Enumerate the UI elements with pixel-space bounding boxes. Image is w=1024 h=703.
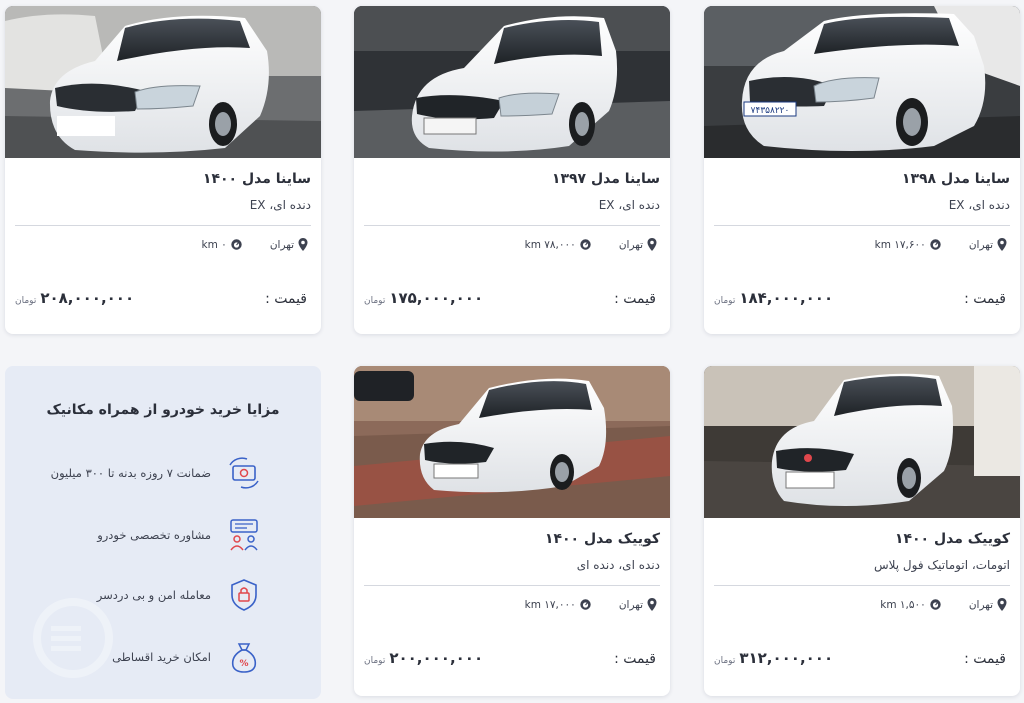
car-title: ساینا مدل ۱۳۹۸	[901, 171, 1010, 187]
car-trim: دنده ای، دنده ای	[576, 558, 660, 572]
price-label: قیمت :	[265, 291, 307, 307]
speedometer-icon	[930, 599, 941, 610]
car-title: ساینا مدل ۱۴۰۰	[202, 171, 311, 187]
price-label: قیمت :	[614, 291, 656, 307]
location-pin-icon	[997, 598, 1007, 611]
divider	[15, 225, 311, 226]
currency-unit: تومان	[364, 656, 386, 666]
mileage-value: ۱,۵۰۰ km	[880, 598, 926, 611]
car-card[interactable]: ۷۴۳۵۸۲۲۰ ساینا مدل ۱۳۹۸ دنده ای، EX تهرا…	[704, 6, 1020, 334]
car-photo[interactable]	[704, 366, 1020, 518]
location: تهران	[619, 598, 657, 611]
city-label: تهران	[618, 598, 643, 611]
price-value: ۱۷۵,۰۰۰,۰۰۰	[389, 289, 484, 307]
car-trim: دنده ای، EX	[598, 198, 660, 212]
consultation-icon	[230, 519, 258, 551]
location: تهران	[619, 238, 657, 251]
price-label: قیمت :	[614, 651, 656, 667]
divider	[364, 585, 660, 586]
car-title: کوییک مدل ۱۴۰۰	[894, 531, 1010, 547]
car-trim: دنده ای، EX	[249, 198, 311, 212]
currency-unit: تومان	[714, 656, 736, 666]
city-label: تهران	[618, 238, 643, 251]
svg-text:%: %	[239, 659, 248, 669]
car-title: ساینا مدل ۱۳۹۷	[551, 171, 660, 187]
mileage-value: ۰ km	[201, 238, 227, 251]
price-label: قیمت :	[964, 291, 1006, 307]
location: تهران	[270, 238, 308, 251]
mileage: ۰ km	[202, 239, 242, 251]
car-photo[interactable]: ۷۴۳۵۸۲۲۰	[704, 6, 1020, 158]
car-trim: اتومات، اتوماتیک فول پلاس	[873, 558, 1010, 572]
benefit-label: معامله امن و بی دردسر	[96, 588, 211, 602]
mileage: ۱,۵۰۰ km	[880, 599, 941, 611]
divider	[364, 225, 660, 226]
shield-lock-icon	[231, 579, 257, 611]
city-label: تهران	[968, 238, 993, 251]
price-label: قیمت :	[964, 651, 1006, 667]
car-photo[interactable]	[354, 6, 670, 158]
location-pin-icon	[997, 238, 1007, 251]
car-photo[interactable]	[354, 366, 670, 518]
mileage-value: ۱۷,۰۰۰ km	[524, 598, 576, 611]
benefit-item: ضمانت ۷ روزه بدنه تا ۳۰۰ میلیون	[51, 456, 261, 490]
car-card[interactable]: ساینا مدل ۱۴۰۰ دنده ای، EX تهران ۰ km قی…	[5, 6, 321, 334]
car-title: کوییک مدل ۱۴۰۰	[544, 531, 660, 547]
car-card[interactable]: کوییک مدل ۱۴۰۰ اتومات، اتوماتیک فول پلاس…	[704, 366, 1020, 696]
currency-unit: تومان	[364, 296, 386, 306]
location-pin-icon	[647, 598, 657, 611]
benefits-panel: مزایا خرید خودرو از همراه مکانیک ضمانت ۷…	[5, 366, 321, 699]
price-value: ۲۰۰,۰۰۰,۰۰۰	[389, 649, 484, 667]
benefit-item: % امکان خرید اقساطی	[112, 640, 261, 674]
mileage: ۷۸,۰۰۰ km	[525, 239, 591, 251]
divider	[714, 585, 1010, 586]
speedometer-icon	[930, 239, 941, 250]
mileage: ۱۷,۰۰۰ km	[525, 599, 591, 611]
benefit-label: مشاوره تخصصی خودرو	[97, 528, 211, 542]
car-trim: دنده ای، EX	[948, 198, 1010, 212]
speedometer-icon	[580, 599, 591, 610]
benefit-label: ضمانت ۷ روزه بدنه تا ۳۰۰ میلیون	[50, 466, 211, 480]
installment-bag-icon: %	[231, 643, 257, 673]
benefit-item: معامله امن و بی دردسر	[97, 578, 261, 612]
cash-refresh-icon	[229, 457, 259, 489]
location: تهران	[969, 238, 1007, 251]
divider	[714, 225, 1010, 226]
price-value: ۱۸۴,۰۰۰,۰۰۰	[739, 289, 834, 307]
currency-unit: تومان	[714, 296, 736, 306]
benefits-title: مزایا خرید خودرو از همراه مکانیک	[46, 402, 280, 418]
price-value: ۳۱۲,۰۰۰,۰۰۰	[739, 649, 834, 667]
speedometer-icon	[231, 239, 242, 250]
benefit-label: امکان خرید اقساطی	[112, 650, 211, 664]
currency-unit: تومان	[15, 296, 37, 306]
speedometer-icon	[580, 239, 591, 250]
location: تهران	[969, 598, 1007, 611]
mileage-value: ۱۷,۶۰۰ km	[874, 238, 926, 251]
price-value: ۲۰۸,۰۰۰,۰۰۰	[40, 289, 135, 307]
city-label: تهران	[968, 598, 993, 611]
location-pin-icon	[298, 238, 308, 251]
city-label: تهران	[269, 238, 294, 251]
svg-text:۷۴۳۵۸۲۲۰: ۷۴۳۵۸۲۲۰	[751, 106, 790, 116]
car-card[interactable]: ساینا مدل ۱۳۹۷ دنده ای، EX تهران ۷۸,۰۰۰ …	[354, 6, 670, 334]
car-photo[interactable]	[5, 6, 321, 158]
mileage: ۱۷,۶۰۰ km	[875, 239, 941, 251]
benefit-item: مشاوره تخصصی خودرو	[97, 518, 261, 552]
mileage-value: ۷۸,۰۰۰ km	[524, 238, 576, 251]
car-card[interactable]: کوییک مدل ۱۴۰۰ دنده ای، دنده ای تهران ۱۷…	[354, 366, 670, 696]
location-pin-icon	[647, 238, 657, 251]
